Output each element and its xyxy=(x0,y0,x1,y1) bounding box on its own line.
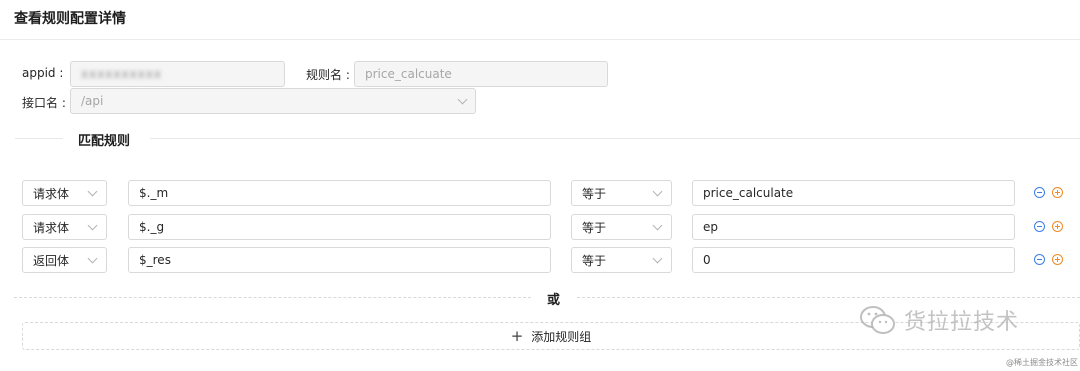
rule-value-input[interactable]: ep xyxy=(692,214,1015,240)
rule-name-label: 规则名 : xyxy=(306,68,350,82)
rule-operator-value: 等于 xyxy=(582,186,607,201)
rule-name-value: price_calcuate xyxy=(365,67,452,81)
rule-path-value: $_res xyxy=(139,253,171,267)
add-rule-icon[interactable] xyxy=(1052,187,1063,198)
rule-operator-select[interactable]: 等于 xyxy=(571,247,672,273)
appid-field[interactable]: xxxxxxxxxx xyxy=(70,61,285,87)
rule-operator-value: 等于 xyxy=(582,253,607,268)
watermark-footer: @稀土掘金技术社区 xyxy=(1006,358,1078,367)
rule-operator-select[interactable]: 等于 xyxy=(571,180,672,206)
chevron-down-icon xyxy=(87,220,98,231)
chevron-down-icon xyxy=(652,253,663,264)
chevron-down-icon xyxy=(87,186,98,197)
rule-path-input[interactable]: $_res xyxy=(128,247,551,273)
section-divider-left xyxy=(15,138,63,139)
remove-rule-icon[interactable] xyxy=(1034,221,1045,232)
rule-source-value: 返回体 xyxy=(33,253,70,268)
rule-name-field[interactable]: price_calcuate xyxy=(354,61,608,87)
rule-source-value: 请求体 xyxy=(33,220,70,235)
header-divider xyxy=(0,39,1080,40)
rule-source-value: 请求体 xyxy=(33,186,70,201)
or-divider-left xyxy=(14,297,531,298)
or-divider-right xyxy=(577,297,1080,298)
api-select[interactable]: /api xyxy=(70,88,476,114)
rule-path-value: $._m xyxy=(139,186,169,200)
rule-value-value: ep xyxy=(703,220,718,234)
remove-rule-icon[interactable] xyxy=(1034,187,1045,198)
rule-path-input[interactable]: $._g xyxy=(128,214,551,240)
watermark: 货拉拉技术 xyxy=(858,304,1019,336)
add-rule-icon[interactable] xyxy=(1052,221,1063,232)
wechat-icon xyxy=(860,306,895,334)
chevron-down-icon xyxy=(652,186,663,197)
appid-label: appid : xyxy=(22,66,64,80)
section-title: 匹配规则 xyxy=(78,134,131,149)
api-value: /api xyxy=(81,94,104,108)
or-label: 或 xyxy=(547,293,561,308)
rule-operator-select[interactable]: 等于 xyxy=(571,214,672,240)
rule-value-value: 0 xyxy=(703,253,711,267)
rule-source-select[interactable]: 请求体 xyxy=(22,214,107,240)
page-title: 查看规则配置详情 xyxy=(14,11,126,27)
rule-value-input[interactable]: price_calculate xyxy=(692,180,1015,206)
plus-icon: + xyxy=(510,327,524,345)
rule-value-value: price_calculate xyxy=(703,186,794,200)
remove-rule-icon[interactable] xyxy=(1034,254,1045,265)
section-divider-right xyxy=(150,138,1080,139)
chevron-down-icon xyxy=(652,220,663,231)
rule-path-input[interactable]: $._m xyxy=(128,180,551,206)
rule-source-select[interactable]: 请求体 xyxy=(22,180,107,206)
api-label: 接口名 : xyxy=(22,96,66,110)
rule-path-value: $._g xyxy=(139,220,165,234)
rule-operator-value: 等于 xyxy=(582,220,607,235)
chevron-down-icon xyxy=(457,94,468,105)
add-rule-group-label: 添加规则组 xyxy=(531,329,592,344)
rule-source-select[interactable]: 返回体 xyxy=(22,247,107,273)
chevron-down-icon xyxy=(87,253,98,264)
rule-value-input[interactable]: 0 xyxy=(692,247,1015,273)
appid-value: xxxxxxxxxx xyxy=(81,67,163,81)
watermark-text: 货拉拉技术 xyxy=(904,310,1020,335)
add-rule-icon[interactable] xyxy=(1052,254,1063,265)
